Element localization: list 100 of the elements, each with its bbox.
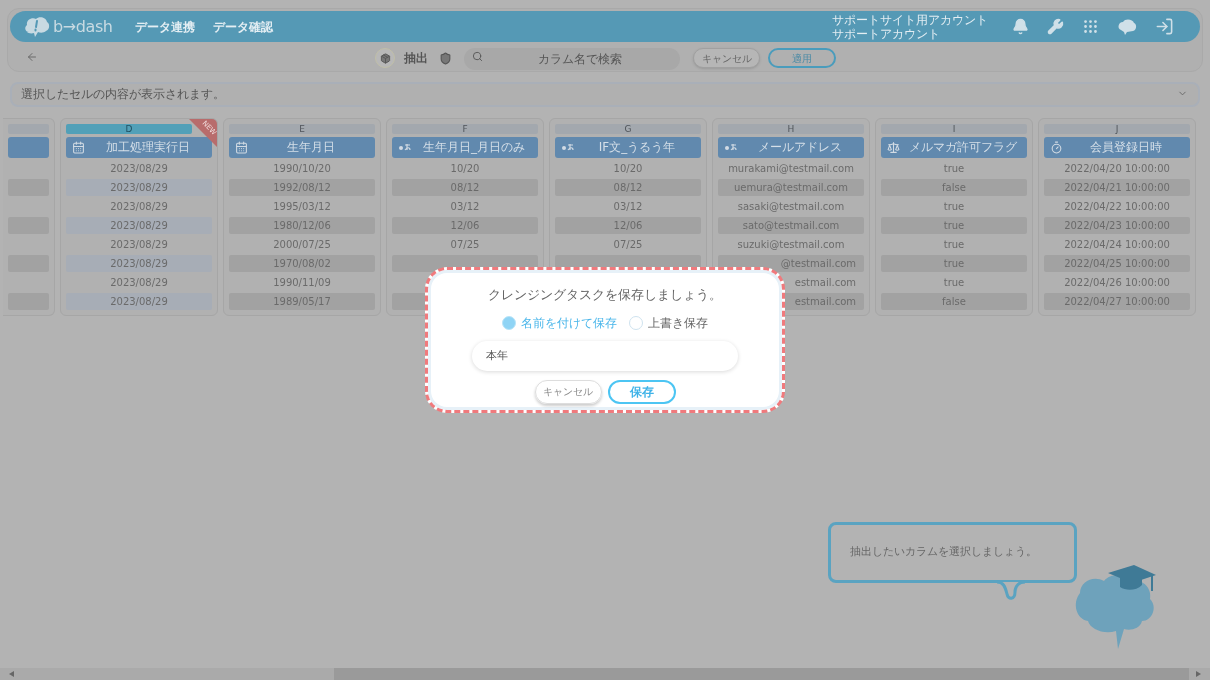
- text-type-icon: [398, 143, 412, 151]
- logo-icon: [24, 15, 50, 38]
- nav-link[interactable]: データ連携: [134, 17, 195, 36]
- table-cell[interactable]: 2023/08/29: [66, 292, 212, 310]
- hint-text: 抽出したいカラムを選択しましょう。: [850, 544, 1037, 561]
- back-icon[interactable]: [26, 50, 38, 63]
- calendar-icon: [72, 140, 85, 154]
- table-cell[interactable]: false: [881, 178, 1027, 196]
- radio-option[interactable]: 上書き保存: [629, 313, 708, 332]
- table-cell[interactable]: 2023/08/29: [66, 254, 212, 272]
- scroll-right-icon[interactable]: [1196, 671, 1201, 677]
- column-title: 生年月日: [285, 139, 336, 156]
- table-cell[interactable]: 2023/08/29: [66, 197, 212, 215]
- radio-label: 上書き保存: [648, 314, 708, 332]
- table-cell[interactable]: 2022/04/26 10:00:00: [1044, 273, 1190, 291]
- table-cell[interactable]: 03/12: [392, 197, 538, 215]
- column-letter[interactable]: H: [718, 123, 864, 134]
- table-cell[interactable]: 2022/04/20 10:00:00: [1044, 159, 1190, 177]
- apply-button[interactable]: 適用: [768, 48, 836, 68]
- table-cell[interactable]: 12/06: [392, 216, 538, 234]
- table-cell[interactable]: 07/25: [555, 235, 701, 253]
- table-cell[interactable]: 1989/05/17: [229, 292, 375, 310]
- column-letter[interactable]: G: [555, 123, 701, 134]
- table-cell[interactable]: 2022/04/23 10:00:00: [1044, 216, 1190, 234]
- cancel-button[interactable]: キャンセル: [693, 48, 760, 68]
- column-card[interactable]: E 生年月日 1990/10/20 1992/08/12 1995/03/12 1980/12/06 2000/07/25 1970/08/02 1990/11/09 1989/05/17: [223, 117, 381, 316]
- table-cell[interactable]: 10/20: [555, 159, 701, 177]
- table-cell[interactable]: suzuki@testmail.com: [718, 235, 864, 253]
- table-cell[interactable]: 2022/04/22 10:00:00: [1044, 197, 1190, 215]
- table-cell[interactable]: 1990/11/09: [229, 273, 375, 291]
- table-cell[interactable]: 1980/12/06: [229, 216, 375, 234]
- column-letter[interactable]: J: [1044, 123, 1190, 134]
- cell-viewer-field[interactable]: 選択したセルの内容が表示されます。: [10, 81, 1200, 107]
- column-title: メルマガ許可フラグ: [907, 139, 1018, 156]
- task-name-field[interactable]: 本年: [472, 340, 738, 371]
- column-header[interactable]: メルマガ許可フラグ: [881, 136, 1027, 158]
- table-cell[interactable]: 2022/04/25 10:00:00: [1044, 254, 1190, 272]
- radio-label: 名前を付けて保存: [521, 314, 617, 332]
- radio-button[interactable]: [502, 315, 516, 330]
- search-field[interactable]: カラム名で検索: [464, 48, 680, 70]
- table-cell[interactable]: 2022/04/27 10:00:00: [1044, 292, 1190, 310]
- table-cell[interactable]: 03/12: [555, 197, 701, 215]
- logo-text: b→dash: [53, 15, 113, 38]
- column-title: 会員登録日時: [1088, 139, 1163, 156]
- column-letter[interactable]: E: [229, 123, 375, 134]
- table-cell[interactable]: true: [881, 197, 1027, 215]
- chat-icon[interactable]: [1117, 17, 1137, 36]
- column-header[interactable]: 生年月日: [229, 136, 375, 158]
- column-card[interactable]: [3, 117, 55, 316]
- table-cell[interactable]: sasaki@testmail.com: [718, 197, 864, 215]
- column-letter[interactable]: D: [66, 123, 192, 134]
- radio-option[interactable]: 名前を付けて保存: [502, 313, 617, 332]
- table-cell[interactable]: 10/20: [392, 159, 538, 177]
- apps-grid-icon[interactable]: [1082, 18, 1099, 35]
- table-cell[interactable]: sato@testmail.com: [718, 216, 864, 234]
- table-cell[interactable]: 2023/08/29: [66, 178, 212, 196]
- table-cell[interactable]: true: [881, 273, 1027, 291]
- column-header[interactable]: IF文_うるう年: [555, 136, 701, 158]
- scroll-left-icon[interactable]: [9, 671, 14, 677]
- table-cell[interactable]: true: [881, 235, 1027, 253]
- table-cell[interactable]: 08/12: [555, 178, 701, 196]
- column-card[interactable]: J 会員登録日時 2022/04/20 10:00:00 2022/04/21 10:00:00 2022/04/22 10:00:00 2022/04/23 10:00:00 2022/04/24 10:00:00 2022/04/25 10:00:00 2022/04/26 10:00:00 2022/04/27 10:00:00: [1038, 117, 1196, 316]
- column-letter[interactable]: F: [392, 123, 538, 134]
- table-cell[interactable]: 2023/08/29: [66, 159, 212, 177]
- column-title: 加工処理実行日: [104, 139, 191, 156]
- scrollbar-thumb[interactable]: [334, 668, 1189, 680]
- column-header[interactable]: 加工処理実行日: [66, 136, 212, 158]
- table-cell[interactable]: 1995/03/12: [229, 197, 375, 215]
- column-title: メールアドレス: [757, 139, 843, 156]
- table-cell[interactable]: 2022/04/21 10:00:00: [1044, 178, 1190, 196]
- table-cell[interactable]: 2023/08/29: [66, 235, 212, 253]
- calendar-icon: [235, 140, 248, 154]
- table-cell[interactable]: 1970/08/02: [229, 254, 375, 272]
- column-header[interactable]: [8, 136, 49, 158]
- column-header[interactable]: メールアドレス: [718, 136, 864, 158]
- account-name: サポートサイト用アカウント: [832, 12, 988, 27]
- table-cell[interactable]: true: [881, 159, 1027, 177]
- table-cell[interactable]: murakami@testmail.com: [718, 159, 864, 177]
- table-cell[interactable]: 1992/08/12: [229, 178, 375, 196]
- table-cell[interactable]: 2023/08/29: [66, 216, 212, 234]
- table-cell[interactable]: 2023/08/29: [66, 273, 212, 291]
- logout-icon[interactable]: [1155, 17, 1174, 36]
- table-cell[interactable]: 08/12: [392, 178, 538, 196]
- bell-icon[interactable]: [1012, 18, 1029, 35]
- radio-button[interactable]: [629, 315, 643, 330]
- toolbar-title: 抽出: [404, 50, 428, 67]
- table-cell[interactable]: 2000/07/25: [229, 235, 375, 253]
- table-cell[interactable]: 2022/04/24 10:00:00: [1044, 235, 1190, 253]
- wrench-icon[interactable]: [1047, 18, 1064, 35]
- column-header[interactable]: 生年月日_月日のみ: [392, 136, 538, 158]
- beginner-mark-icon: [439, 51, 452, 65]
- table-cell[interactable]: false: [881, 292, 1027, 310]
- table-cell[interactable]: 1990/10/20: [229, 159, 375, 177]
- save-button[interactable]: 保存: [607, 379, 676, 404]
- horizontal-scrollbar[interactable]: [0, 668, 1210, 680]
- text-type-icon: [724, 143, 738, 151]
- table-cell[interactable]: 07/25: [392, 235, 538, 253]
- nav-link[interactable]: データ確認: [212, 17, 273, 36]
- column-header[interactable]: 会員登録日時: [1044, 136, 1190, 158]
- table-cell[interactable]: 12/06: [555, 216, 701, 234]
